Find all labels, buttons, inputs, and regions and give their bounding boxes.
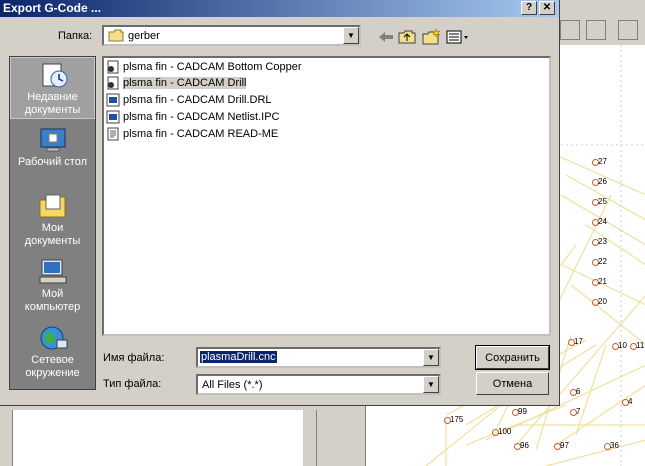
recent-documents-icon: [42, 63, 67, 88]
pcb-pad-label: 21: [598, 277, 607, 286]
pcb-pad-label: 6: [576, 387, 581, 396]
pcb-pad-label: 22: [598, 257, 607, 266]
folder-icon: [108, 29, 124, 42]
save-button[interactable]: Сохранить: [475, 345, 550, 370]
chevron-down-icon[interactable]: ▼: [423, 376, 439, 393]
bg-toolbar-button[interactable]: [586, 20, 606, 40]
lookin-combo[interactable]: gerber ▼: [102, 25, 361, 46]
bg-mid-panel: [316, 410, 365, 466]
place-desktop[interactable]: Рабочий стол: [10, 123, 95, 185]
dialog-title: Export G-Code ...: [3, 1, 102, 15]
chevron-down-icon[interactable]: ▼: [423, 349, 439, 366]
lookin-label: Папка:: [58, 30, 93, 42]
pcb-pad-label: 100: [498, 427, 512, 436]
ipc-file-icon: [106, 110, 120, 124]
filetype-select[interactable]: All Files (*.*) ▼: [196, 374, 441, 395]
pcb-pad-label: 11: [636, 341, 645, 350]
pcb-pad-label: 25: [598, 197, 607, 206]
gerber-file-icon: [107, 76, 119, 90]
pcb-pad-label: 4: [628, 397, 633, 406]
up-folder-icon[interactable]: [397, 28, 417, 46]
pcb-pad-label: 36: [610, 441, 619, 450]
list-item[interactable]: plsma fin - CADCAM READ-ME: [106, 126, 278, 142]
filename-input[interactable]: plasmaDrill.cnc: [200, 351, 277, 363]
chevron-down-icon[interactable]: ▼: [343, 27, 359, 44]
pcb-pad-label: 26: [598, 177, 607, 186]
desktop-icon: [40, 128, 65, 152]
bg-toolbar-button[interactable]: [618, 20, 638, 40]
filename-label: Имя файла:: [103, 352, 165, 364]
bg-left-panel: [12, 410, 303, 466]
pcb-pad-label: 23: [598, 237, 607, 246]
text-file-icon: [107, 127, 119, 141]
place-network[interactable]: Сетевое окружение: [10, 321, 95, 383]
my-computer-icon: [39, 259, 66, 284]
pcb-pad-label: 175: [450, 415, 464, 424]
list-item[interactable]: plsma fin - CADCAM Netlist.IPC: [106, 109, 279, 125]
place-my-documents[interactable]: Мои документы: [10, 189, 95, 251]
list-item[interactable]: plsma fin - CADCAM Bottom Copper: [106, 59, 302, 75]
pcb-pad-label: 7: [576, 407, 581, 416]
back-arrow-icon[interactable]: [376, 28, 396, 46]
list-item[interactable]: plsma fin - CADCAM Drill: [106, 75, 247, 91]
lookin-value: gerber: [128, 30, 160, 42]
place-my-computer[interactable]: Мой компьютер: [10, 255, 95, 317]
my-documents-icon: [39, 194, 65, 218]
close-button[interactable]: ✕: [539, 1, 555, 15]
cancel-button[interactable]: Отмена: [476, 372, 549, 395]
network-globe-icon: [40, 326, 67, 350]
pcb-pad-label: 99: [518, 407, 527, 416]
title-bar[interactable]: Export G-Code ... ? ✕: [0, 0, 559, 17]
pcb-pad-label: 24: [598, 217, 607, 226]
help-button[interactable]: ?: [521, 1, 537, 15]
view-menu-icon[interactable]: [445, 28, 471, 46]
drl-file-icon: [106, 93, 120, 107]
pcb-pad-label: 27: [598, 157, 607, 166]
filetype-value: All Files (*.*): [202, 379, 263, 391]
list-item[interactable]: plsma fin - CADCAM Drill.DRL: [106, 92, 272, 108]
place-recent[interactable]: Недавние документы: [10, 57, 95, 119]
gerber-file-icon: [107, 60, 119, 74]
file-list[interactable]: plsma fin - CADCAM Bottom Copper plsma f…: [102, 56, 551, 336]
pcb-pad-label: 10: [618, 341, 627, 350]
pcb-pad-label: 96: [520, 441, 529, 450]
filetype-label: Тип файла:: [103, 378, 162, 390]
pcb-pad-label: 20: [598, 297, 607, 306]
new-folder-icon[interactable]: [421, 28, 441, 46]
export-gcode-dialog: Export G-Code ... ? ✕ Папка: gerber ▼ Не…: [0, 0, 560, 406]
pcb-pad-label: 17: [574, 337, 583, 346]
places-bar: Недавние документы Рабочий стол Мои доку…: [9, 56, 96, 390]
pcb-pad-label: 97: [560, 441, 569, 450]
filename-combo[interactable]: plasmaDrill.cnc ▼: [196, 347, 441, 368]
bg-toolbar-button[interactable]: [560, 20, 580, 40]
